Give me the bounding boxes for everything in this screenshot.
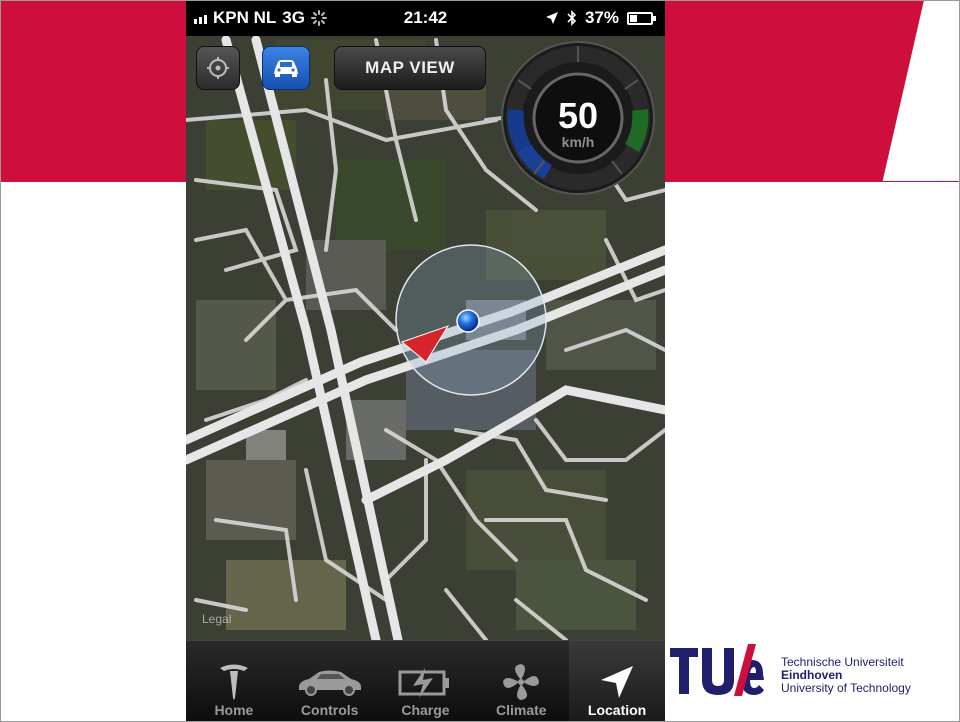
legal-link[interactable]: Legal: [202, 612, 231, 626]
tab-controls[interactable]: Controls: [282, 641, 378, 722]
battery-percent: 37%: [584, 8, 619, 27]
header-rule: [878, 181, 960, 182]
tab-charge-label: Charge: [401, 702, 450, 718]
bluetooth-icon: [567, 10, 577, 26]
tab-home-label: Home: [214, 702, 254, 718]
tab-location-label: Location: [587, 702, 647, 718]
tab-charge[interactable]: Charge: [378, 641, 474, 722]
battery-icon: [627, 11, 656, 25]
speed-value: 50: [557, 95, 599, 136]
tue-logo-text: Technische Universiteit Eindhoven Univer…: [781, 656, 911, 695]
tesla-logo-icon: [219, 664, 248, 700]
car-location-button[interactable]: [262, 46, 310, 90]
phone-screenshot: KPN NL 3G 21:42 37% MAP VIEW 50 km/h Leg…: [186, 0, 665, 722]
tue-logo-mark: [670, 644, 764, 696]
header-band-right: [664, 0, 924, 182]
locate-button[interactable]: [196, 46, 240, 90]
speed-unit: km/h: [561, 134, 595, 150]
presentation-slide: KPN NL 3G 21:42 37% MAP VIEW 50 km/h Leg…: [0, 0, 960, 722]
tab-climate-label: Climate: [495, 702, 547, 718]
location-services-icon: [545, 12, 558, 24]
tab-bar: Home Controls Charge Climate Location: [186, 640, 665, 722]
status-bar: KPN NL 3G 21:42 37%: [186, 0, 665, 36]
header-band-left: [0, 0, 186, 182]
battery-level: [630, 14, 637, 22]
speedometer: 50 km/h: [500, 40, 656, 196]
tab-location[interactable]: Location: [569, 641, 665, 722]
tab-home[interactable]: Home: [186, 641, 282, 722]
crosshair-icon: [207, 57, 229, 79]
location-arrow-icon: [601, 666, 634, 698]
logo-line-3: University of Technology: [781, 681, 911, 695]
car-icon: [274, 60, 298, 77]
tab-controls-label: Controls: [300, 702, 359, 718]
car-icon: [298, 670, 361, 696]
tue-logo: Technische Universiteit Eindhoven Univer…: [668, 640, 958, 704]
battery-charge-icon: [398, 668, 450, 698]
map-view-button[interactable]: MAP VIEW: [334, 46, 486, 90]
tab-climate[interactable]: Climate: [473, 641, 569, 722]
fan-icon: [503, 664, 540, 700]
